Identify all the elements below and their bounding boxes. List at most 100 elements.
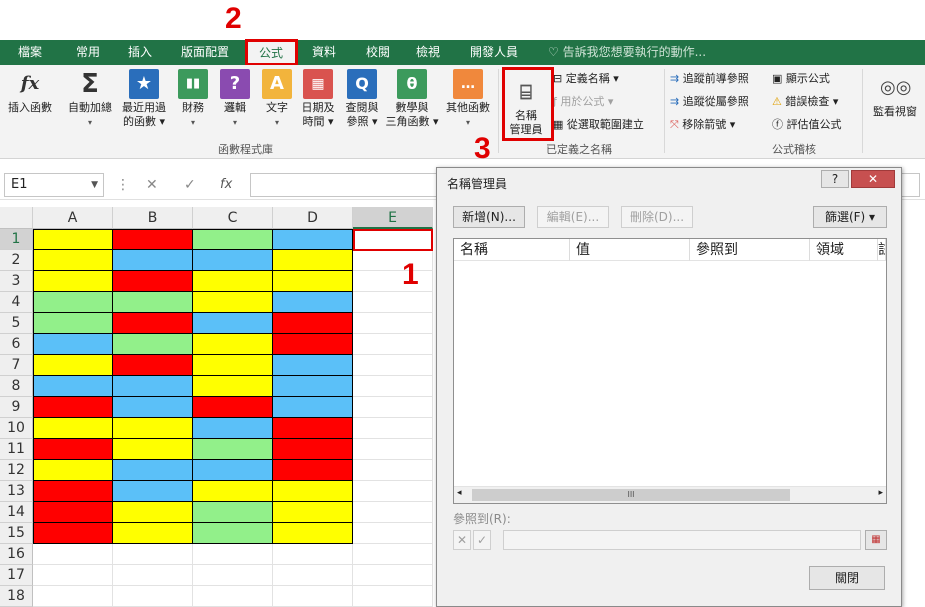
use-in-formula-button[interactable]: ƒ 用於公式 ▾ — [553, 92, 613, 112]
cell-A17[interactable] — [33, 565, 113, 586]
cell-E5[interactable] — [353, 313, 433, 334]
cell-B14[interactable] — [113, 502, 193, 523]
row-header-12[interactable]: 12 — [0, 460, 33, 481]
cell-B11[interactable] — [113, 439, 193, 460]
cell-D12[interactable] — [273, 460, 353, 481]
row-header-14[interactable]: 14 — [0, 502, 33, 523]
math-trig-button[interactable]: θ 數學與 三角函數 ▾ — [384, 69, 440, 129]
new-name-button[interactable]: 新增(N)... — [453, 206, 525, 228]
row-header-2[interactable]: 2 — [0, 250, 33, 271]
cell-C8[interactable] — [193, 376, 273, 397]
cell-C17[interactable] — [193, 565, 273, 586]
cell-B3[interactable] — [113, 271, 193, 292]
cell-E14[interactable] — [353, 502, 433, 523]
column-header-a[interactable]: A — [33, 207, 113, 229]
tab-home[interactable]: 常用 — [66, 40, 110, 65]
cell-D9[interactable] — [273, 397, 353, 418]
evaluate-formula-button[interactable]: ⓕ 評估值公式 — [772, 115, 842, 135]
tab-page-layout[interactable]: 版面配置 — [172, 40, 238, 65]
cell-D5[interactable] — [273, 313, 353, 334]
row-header-17[interactable]: 17 — [0, 565, 33, 586]
cell-D7[interactable] — [273, 355, 353, 376]
cell-D15[interactable] — [273, 523, 353, 544]
cell-A12[interactable] — [33, 460, 113, 481]
cell-A13[interactable] — [33, 481, 113, 502]
cell-C6[interactable] — [193, 334, 273, 355]
column-header-value[interactable]: 值 — [570, 239, 690, 261]
row-header-16[interactable]: 16 — [0, 544, 33, 565]
horizontal-scrollbar[interactable]: ◂ III ▸ — [454, 486, 886, 503]
cell-E12[interactable] — [353, 460, 433, 481]
cell-D10[interactable] — [273, 418, 353, 439]
cell-B5[interactable] — [113, 313, 193, 334]
cell-C13[interactable] — [193, 481, 273, 502]
cell-E15[interactable] — [353, 523, 433, 544]
cell-E9[interactable] — [353, 397, 433, 418]
cell-E13[interactable] — [353, 481, 433, 502]
scroll-left-icon[interactable]: ◂ — [457, 488, 462, 498]
insert-function-icon[interactable]: fx — [220, 174, 232, 196]
cell-E11[interactable] — [353, 439, 433, 460]
cell-B2[interactable] — [113, 250, 193, 271]
cell-C5[interactable] — [193, 313, 273, 334]
column-header-scope[interactable]: 領域 — [810, 239, 878, 261]
cell-B10[interactable] — [113, 418, 193, 439]
cell-C2[interactable] — [193, 250, 273, 271]
row-header-1[interactable]: 1 — [0, 229, 33, 250]
autosum-button[interactable]: Σ 自動加總 ▾ — [64, 69, 116, 130]
cell-E7[interactable] — [353, 355, 433, 376]
cell-D14[interactable] — [273, 502, 353, 523]
cell-E8[interactable] — [353, 376, 433, 397]
column-header-c[interactable]: C — [193, 207, 273, 229]
row-header-15[interactable]: 15 — [0, 523, 33, 544]
cell-B15[interactable] — [113, 523, 193, 544]
row-header-13[interactable]: 13 — [0, 481, 33, 502]
cell-A9[interactable] — [33, 397, 113, 418]
delete-name-button[interactable]: 刪除(D)... — [621, 206, 693, 228]
cell-A5[interactable] — [33, 313, 113, 334]
cell-B12[interactable] — [113, 460, 193, 481]
close-button[interactable]: 關閉 — [809, 566, 885, 590]
more-functions-button[interactable]: … 其他函數 ▾ — [442, 69, 494, 130]
cell-B6[interactable] — [113, 334, 193, 355]
cell-B8[interactable] — [113, 376, 193, 397]
row-header-18[interactable]: 18 — [0, 586, 33, 607]
financial-button[interactable]: ▮▮ 財務 ▾ — [176, 69, 210, 130]
cell-D18[interactable] — [273, 586, 353, 607]
row-header-9[interactable]: 9 — [0, 397, 33, 418]
cancel-ref-button[interactable]: ✕ — [453, 530, 471, 550]
cell-A4[interactable] — [33, 292, 113, 313]
cell-C10[interactable] — [193, 418, 273, 439]
row-header-6[interactable]: 6 — [0, 334, 33, 355]
column-header-b[interactable]: B — [113, 207, 193, 229]
cell-A1[interactable] — [33, 229, 113, 250]
cell-D3[interactable] — [273, 271, 353, 292]
cell-B4[interactable] — [113, 292, 193, 313]
tab-view[interactable]: 檢視 — [406, 40, 450, 65]
cell-B13[interactable] — [113, 481, 193, 502]
cell-A6[interactable] — [33, 334, 113, 355]
cell-E16[interactable] — [353, 544, 433, 565]
cell-D4[interactable] — [273, 292, 353, 313]
cell-A2[interactable] — [33, 250, 113, 271]
enter-icon[interactable]: ✓ — [184, 174, 196, 196]
cell-C7[interactable] — [193, 355, 273, 376]
tab-review[interactable]: 校閱 — [356, 40, 400, 65]
row-header-11[interactable]: 11 — [0, 439, 33, 460]
refers-to-input[interactable] — [503, 530, 861, 550]
scroll-right-icon[interactable]: ▸ — [878, 488, 883, 498]
cell-E18[interactable] — [353, 586, 433, 607]
cell-E4[interactable] — [353, 292, 433, 313]
cell-C16[interactable] — [193, 544, 273, 565]
names-list[interactable]: 名稱 值 參照到 領域 註 ◂ III ▸ — [453, 238, 887, 504]
filter-button[interactable]: 篩選(F) ▾ — [813, 206, 887, 228]
close-x-button[interactable]: ✕ — [851, 170, 895, 188]
cell-C12[interactable] — [193, 460, 273, 481]
date-time-button[interactable]: ▦ 日期及 時間 ▾ — [296, 69, 340, 129]
cell-A16[interactable] — [33, 544, 113, 565]
cell-A7[interactable] — [33, 355, 113, 376]
text-button[interactable]: A 文字 ▾ — [260, 69, 294, 130]
cancel-icon[interactable]: ✕ — [146, 174, 158, 196]
column-header-comment[interactable]: 註 — [878, 239, 886, 261]
cell-E2[interactable] — [353, 250, 433, 271]
